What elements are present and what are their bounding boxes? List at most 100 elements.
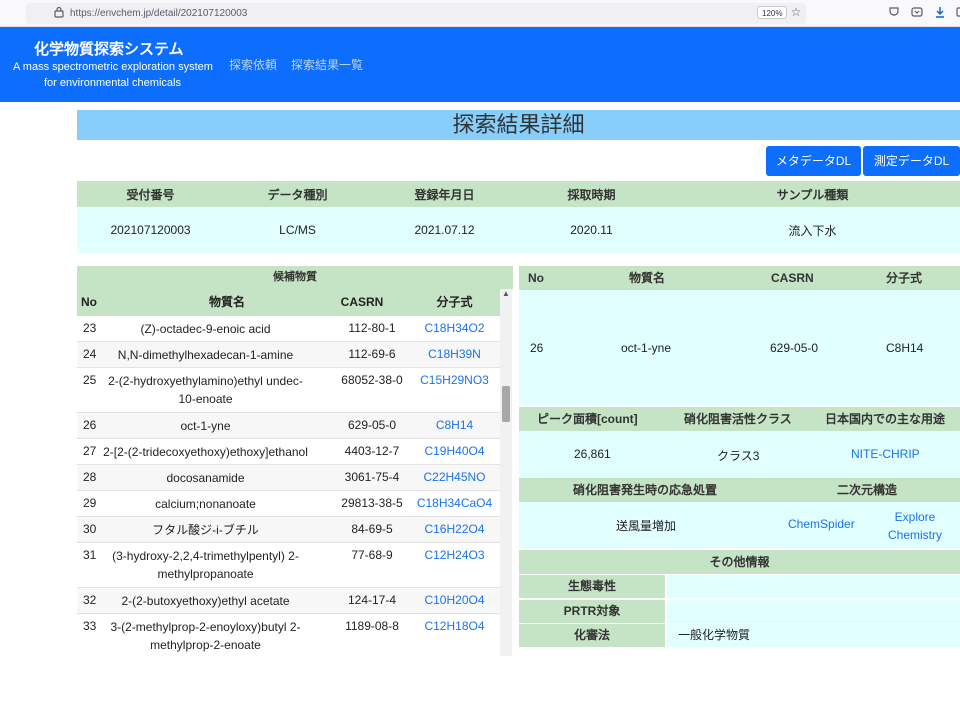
meta-header-data-type: データ種別 [224, 181, 371, 207]
candidate-name: calcium;nonanoate [155, 497, 256, 511]
candidate-row[interactable]: 28 docosanamide 3061-75-4 C22H45NO [77, 465, 502, 491]
candidate-scrollbar[interactable]: ▲ [500, 289, 512, 656]
explore-chemistry-link[interactable]: Explore Chemistry [885, 508, 945, 544]
candidate-formula-link[interactable]: C10H20O4 [407, 593, 502, 607]
bookmark-star-icon[interactable]: ☆ [789, 5, 803, 19]
scroll-thumb[interactable] [502, 386, 510, 422]
browser-toolbar: https://envchem.jp/detail/202107120003 1… [0, 0, 960, 27]
candidate-name: docosanamide [166, 471, 245, 485]
col-name: 物質名 [208, 295, 245, 309]
site-header: 化学物質探索システム A mass spectrometric explorat… [0, 27, 960, 102]
nitrif-class-value: クラス3 [717, 449, 760, 463]
emergency-header: 硝化阻害発生時の応急処置 [573, 483, 718, 497]
meta-header-receipt-no: 受付番号 [77, 181, 224, 207]
candidate-title: 候補物質 [77, 266, 513, 289]
peak-row: 26,861 クラス3 NITE-CHRIP [519, 431, 960, 478]
explore-chemistry-line1[interactable]: Explore [895, 510, 936, 524]
candidate-casrn: 68052-38-0 [341, 373, 403, 387]
download-icon[interactable] [933, 6, 947, 20]
other-info-value: 一般化学物質 [667, 624, 960, 647]
candidate-formula-link[interactable]: C12H24O3 [407, 548, 502, 562]
candidate-panel: 候補物質 No 物質名 CASRN 分子式 23 (Z)-octadec-9-en… [77, 266, 513, 656]
candidate-name: フタル酸ジ-i-ブチル [152, 523, 259, 537]
detail-col-cas: CASRN [771, 271, 814, 285]
candidate-casrn: 112-80-1 [348, 321, 396, 335]
candidate-no: 33 [83, 619, 97, 633]
candidate-name: N,N-dimethylhexadecan-1-amine [117, 348, 294, 362]
candidate-row[interactable]: 25 2-(2-hydroxyethylamino)ethyl undec-10-… [77, 368, 502, 413]
candidate-casrn: 112-69-6 [348, 347, 396, 361]
candidate-no: 23 [83, 321, 97, 335]
candidate-row[interactable]: 27 2-[2-(2-tridecoxyethoxy)ethoxy]ethanol… [77, 439, 502, 465]
candidate-casrn: 3061-75-4 [344, 470, 400, 484]
meta-header-sample-type: サンプル種類 [665, 181, 960, 207]
candidate-formula-link[interactable]: C22H45NO [407, 470, 502, 484]
candidate-name: (Z)-octadec-9-enoic acid [140, 322, 271, 336]
emergency-header-row: 硝化阻害発生時の応急処置 二次元構造 [519, 478, 960, 502]
candidate-no: 31 [83, 548, 97, 562]
candidate-row[interactable]: 31 (3-hydroxy-2,2,4-trimethylpentyl) 2-me… [77, 543, 502, 588]
candidate-row[interactable]: 26 oct-1-yne 629-05-0 C8H14 [77, 413, 502, 439]
usage-header: 日本国内での主な用途 [825, 412, 946, 426]
candidate-formula-link[interactable]: C16H22O4 [407, 522, 502, 536]
meta-reg-date: 2021.07.12 [371, 207, 518, 253]
emergency-row: 送風量増加 ChemSpider Explore Chemistry [519, 502, 960, 548]
candidate-name: 2-(2-hydroxyethylamino)ethyl undec-10-en… [108, 374, 303, 406]
meta-sampling: 2020.11 [518, 207, 665, 253]
candidate-row[interactable]: 32 2-(2-butoxyethoxy)ethyl acetate 124-17-… [77, 588, 502, 614]
candidate-casrn: 1189-08-8 [345, 619, 399, 633]
detail-panel: No 物質名 CASRN 分子式 26 oct-1-yne 629-05-0 C… [519, 266, 960, 656]
candidate-formula-link[interactable]: C12H18O4 [407, 619, 502, 633]
candidate-formula-link[interactable]: C18H34O2 [407, 321, 502, 335]
peak-header-row: ピーク面積[count] 硝化阻害活性クラス 日本国内での主な用途 [519, 407, 960, 431]
measurement-download-button[interactable]: 測定データDL [863, 146, 960, 176]
detail-formula: C8H14 [886, 341, 924, 355]
site-title[interactable]: 化学物質探索システム [34, 38, 184, 59]
candidate-casrn: 77-68-9 [351, 548, 393, 562]
pocket-save-icon[interactable] [910, 6, 924, 20]
meta-header-reg-date: 登録年月日 [371, 181, 518, 207]
explore-chemistry-line2[interactable]: Chemistry [888, 528, 942, 542]
candidate-no: 28 [83, 470, 97, 484]
other-info-header: その他情報 [519, 550, 960, 574]
chemspider-link[interactable]: ChemSpider [788, 517, 855, 531]
site-subtitle-line1: A mass spectrometric exploration system [13, 61, 213, 73]
candidate-name: (3-hydroxy-2,2,4-trimethylpentyl) 2-meth… [112, 549, 299, 581]
detail-main-row: 26 oct-1-yne 629-05-0 C8H14 [519, 290, 960, 406]
candidate-formula-link[interactable]: C15H29NO3 [407, 373, 502, 387]
zoom-level-badge[interactable]: 120% [757, 6, 788, 19]
other-info-value [667, 575, 960, 598]
candidate-row[interactable]: 30 フタル酸ジ-i-ブチル 84-69-5 C16H22O4 [77, 517, 502, 543]
nav-result-list[interactable]: 探索結果一覧 [291, 56, 363, 73]
candidate-casrn: 629-05-0 [347, 418, 397, 432]
other-info-value [667, 600, 960, 623]
candidate-casrn: 29813-38-5 [341, 496, 403, 510]
other-info-label: PRTR対象 [519, 600, 665, 623]
lock-icon[interactable] [52, 6, 66, 20]
nitrif-class-header: 硝化阻害活性クラス [684, 412, 792, 426]
candidate-formula-link[interactable]: C18H34CaO4 [407, 496, 502, 510]
nite-chrip-link[interactable]: NITE-CHRIP [851, 447, 920, 461]
url-text[interactable]: https://envchem.jp/detail/202107120003 [70, 6, 247, 21]
detail-no: 26 [530, 341, 544, 355]
meta-header-sampling: 採取時期 [518, 181, 665, 207]
sample-meta-table: 受付番号 データ種別 登録年月日 採取時期 サンプル種類 20210712000… [77, 181, 960, 253]
candidate-header-row: No 物質名 CASRN 分子式 [77, 289, 502, 316]
nav-search-request[interactable]: 探索依頼 [229, 56, 277, 73]
pocket-icon[interactable] [887, 6, 901, 20]
candidate-name: oct-1-yne [180, 419, 231, 433]
candidate-row[interactable]: 23 (Z)-octadec-9-enoic acid 112-80-1 C18H34… [77, 316, 502, 342]
detail-col-no: No [528, 271, 544, 285]
candidate-casrn: 4403-12-7 [344, 444, 400, 458]
address-bar[interactable]: https://envchem.jp/detail/202107120003 1… [26, 3, 806, 24]
extensions-icon[interactable] [953, 6, 960, 20]
candidate-formula-link[interactable]: C18H39N [407, 347, 502, 361]
peak-value: 26,861 [574, 447, 611, 461]
metadata-download-button[interactable]: メタデータDL [766, 146, 861, 176]
candidate-formula-link[interactable]: C8H14 [407, 418, 502, 432]
candidate-row[interactable]: 33 3-(2-methylprop-2-enoyloxy)butyl 2-met… [77, 614, 502, 656]
candidate-row[interactable]: 24 N,N-dimethylhexadecan-1-amine 112-69-6 C… [77, 342, 502, 368]
scroll-up-arrow-icon[interactable]: ▲ [501, 289, 511, 298]
candidate-row[interactable]: 29 calcium;nonanoate 29813-38-5 C18H34CaO4 [77, 491, 502, 517]
candidate-formula-link[interactable]: C19H40O4 [407, 444, 502, 458]
